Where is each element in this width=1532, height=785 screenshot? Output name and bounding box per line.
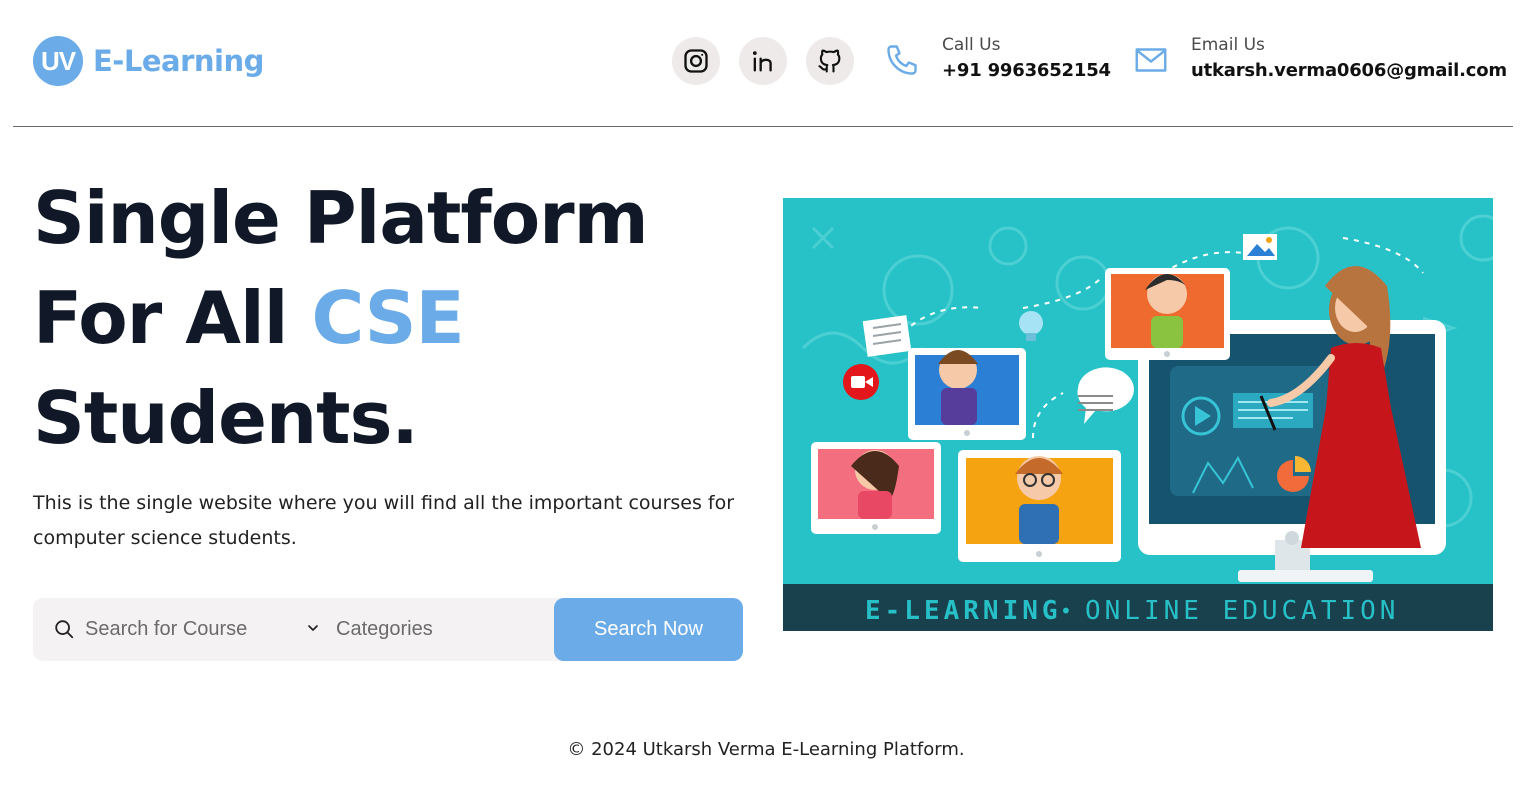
site-header: UV E-Learning Call Us +91 9963652154 Ema… — [0, 0, 1532, 126]
hero-title-line1: Single Platform — [33, 176, 649, 260]
phone-number[interactable]: +91 9963652154 — [942, 56, 1111, 86]
chevron-down-icon[interactable] — [305, 620, 321, 636]
github-link[interactable] — [806, 37, 854, 85]
search-now-button[interactable]: Search Now — [554, 598, 743, 661]
instagram-link[interactable] — [672, 37, 720, 85]
hero-description: This is the single website where you wil… — [33, 492, 735, 549]
hero-title-line2: For All — [33, 276, 312, 360]
caption-separator: • — [1060, 599, 1072, 623]
linkedin-link[interactable] — [739, 37, 787, 85]
header-divider — [13, 126, 1513, 127]
hero-title-line3: Students. — [33, 376, 419, 460]
mail-icon — [1135, 48, 1167, 72]
footer-copyright: © 2024 Utkarsh Verma E-Learning Platform… — [567, 739, 965, 760]
e-learning-illustration: E-LEARNING • ONLINE EDUCATION — [783, 198, 1493, 631]
linkedin-icon — [752, 51, 772, 72]
instagram-icon — [684, 49, 708, 73]
course-search-input[interactable] — [85, 598, 295, 661]
hero-title-accent: CSE — [311, 276, 464, 360]
caption-online-education: ONLINE EDUCATION — [1085, 596, 1399, 626]
hero-title: Single Platform For All CSE Students. — [33, 168, 753, 468]
logo-mark: UV — [33, 36, 83, 86]
brand-logo[interactable]: UV E-Learning — [33, 36, 264, 86]
categories-select[interactable]: Categories — [336, 598, 433, 661]
brand-name: E-Learning — [93, 44, 264, 78]
caption-e-learning: E-LEARNING — [865, 596, 1062, 626]
github-icon — [818, 49, 841, 73]
call-us-label: Call Us — [942, 35, 1001, 55]
phone-icon — [887, 45, 917, 75]
course-search-bar: Categories Search Now — [33, 598, 743, 661]
email-address[interactable]: utkarsh.verma0606@gmail.com — [1191, 56, 1507, 86]
illustration-graphic: E-LEARNING • ONLINE EDUCATION — [783, 198, 1493, 631]
call-us-block[interactable]: Call Us +91 9963652154 — [884, 34, 1111, 86]
search-icon — [55, 620, 74, 639]
email-us-label: Email Us — [1191, 35, 1265, 55]
email-us-block[interactable]: Email Us utkarsh.verma0606@gmail.com — [1133, 34, 1507, 86]
